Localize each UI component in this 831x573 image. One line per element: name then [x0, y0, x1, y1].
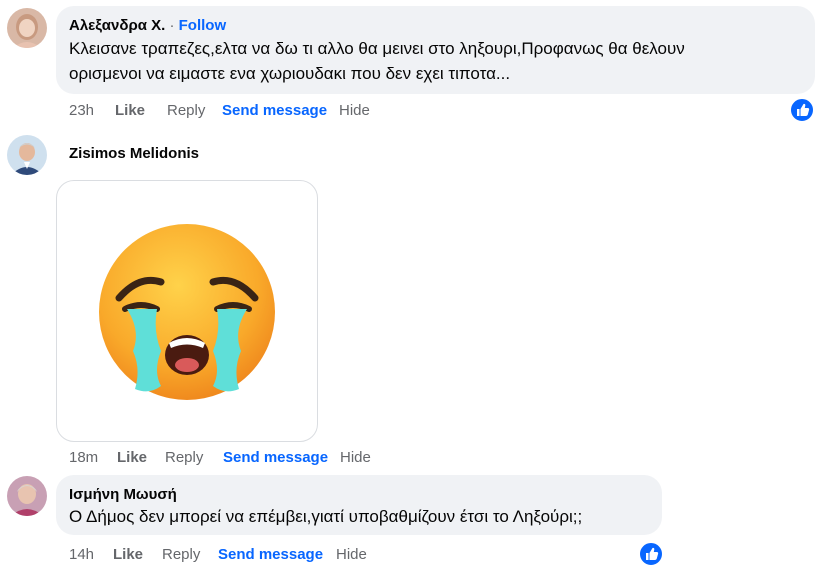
comment-text-line: ορισμενοι να ειμαστε ενα χωριουδακι που … — [69, 64, 511, 83]
comment-author: Zisimos Melidonis — [69, 145, 199, 162]
separator-dot: · — [169, 17, 175, 34]
reply-button[interactable]: Reply — [162, 546, 218, 563]
hide-button[interactable]: Hide — [336, 546, 367, 563]
like-reaction-icon[interactable] — [789, 97, 815, 123]
comment-text: Ο Δήμος δεν μπορεί να επέμβει,γιατί υποβ… — [69, 504, 582, 529]
comment-actions: 23h Like Reply Send message Hide — [69, 102, 370, 119]
reply-button[interactable]: Reply — [167, 102, 222, 119]
follow-button[interactable]: Follow — [179, 17, 227, 34]
comment-text-line: Ο Δήμος δεν μπορεί να επέμβει,γιατί υποβ… — [69, 507, 583, 526]
author-name[interactable]: Αλεξανδρα Χ. — [69, 17, 165, 34]
comment-author: Αλεξανδρα Χ. · Follow — [69, 17, 226, 34]
comment-text: Κλεισανε τραπεζες,ελτα να δω τι αλλο θα … — [69, 36, 685, 86]
like-reaction-icon[interactable] — [638, 541, 664, 567]
reply-button[interactable]: Reply — [165, 449, 223, 466]
send-message-button[interactable]: Send message — [222, 102, 339, 119]
comment-timestamp[interactable]: 18m — [69, 449, 117, 466]
avatar[interactable] — [7, 135, 47, 175]
hide-button[interactable]: Hide — [340, 449, 371, 466]
comment-timestamp[interactable]: 23h — [69, 102, 115, 119]
loudly-crying-face-icon — [99, 224, 275, 400]
author-name[interactable]: Ισμήνη Μωυσή — [69, 486, 177, 503]
send-message-button[interactable]: Send message — [223, 449, 340, 466]
like-button[interactable]: Like — [117, 449, 165, 466]
comment-author: Ισμήνη Μωυσή — [69, 486, 177, 503]
sticker-attachment[interactable] — [56, 180, 318, 442]
send-message-button[interactable]: Send message — [218, 546, 336, 563]
like-button[interactable]: Like — [115, 102, 167, 119]
author-name[interactable]: Zisimos Melidonis — [69, 145, 199, 162]
comment-timestamp[interactable]: 14h — [69, 546, 113, 563]
like-button[interactable]: Like — [113, 546, 162, 563]
avatar[interactable] — [7, 476, 47, 516]
comment-actions: 18m Like Reply Send message Hide — [69, 449, 371, 466]
comment-actions: 14h Like Reply Send message Hide — [69, 546, 367, 563]
avatar[interactable] — [7, 8, 47, 48]
hide-button[interactable]: Hide — [339, 102, 370, 119]
comment-text-line: Κλεισανε τραπεζες,ελτα να δω τι αλλο θα … — [69, 39, 685, 58]
